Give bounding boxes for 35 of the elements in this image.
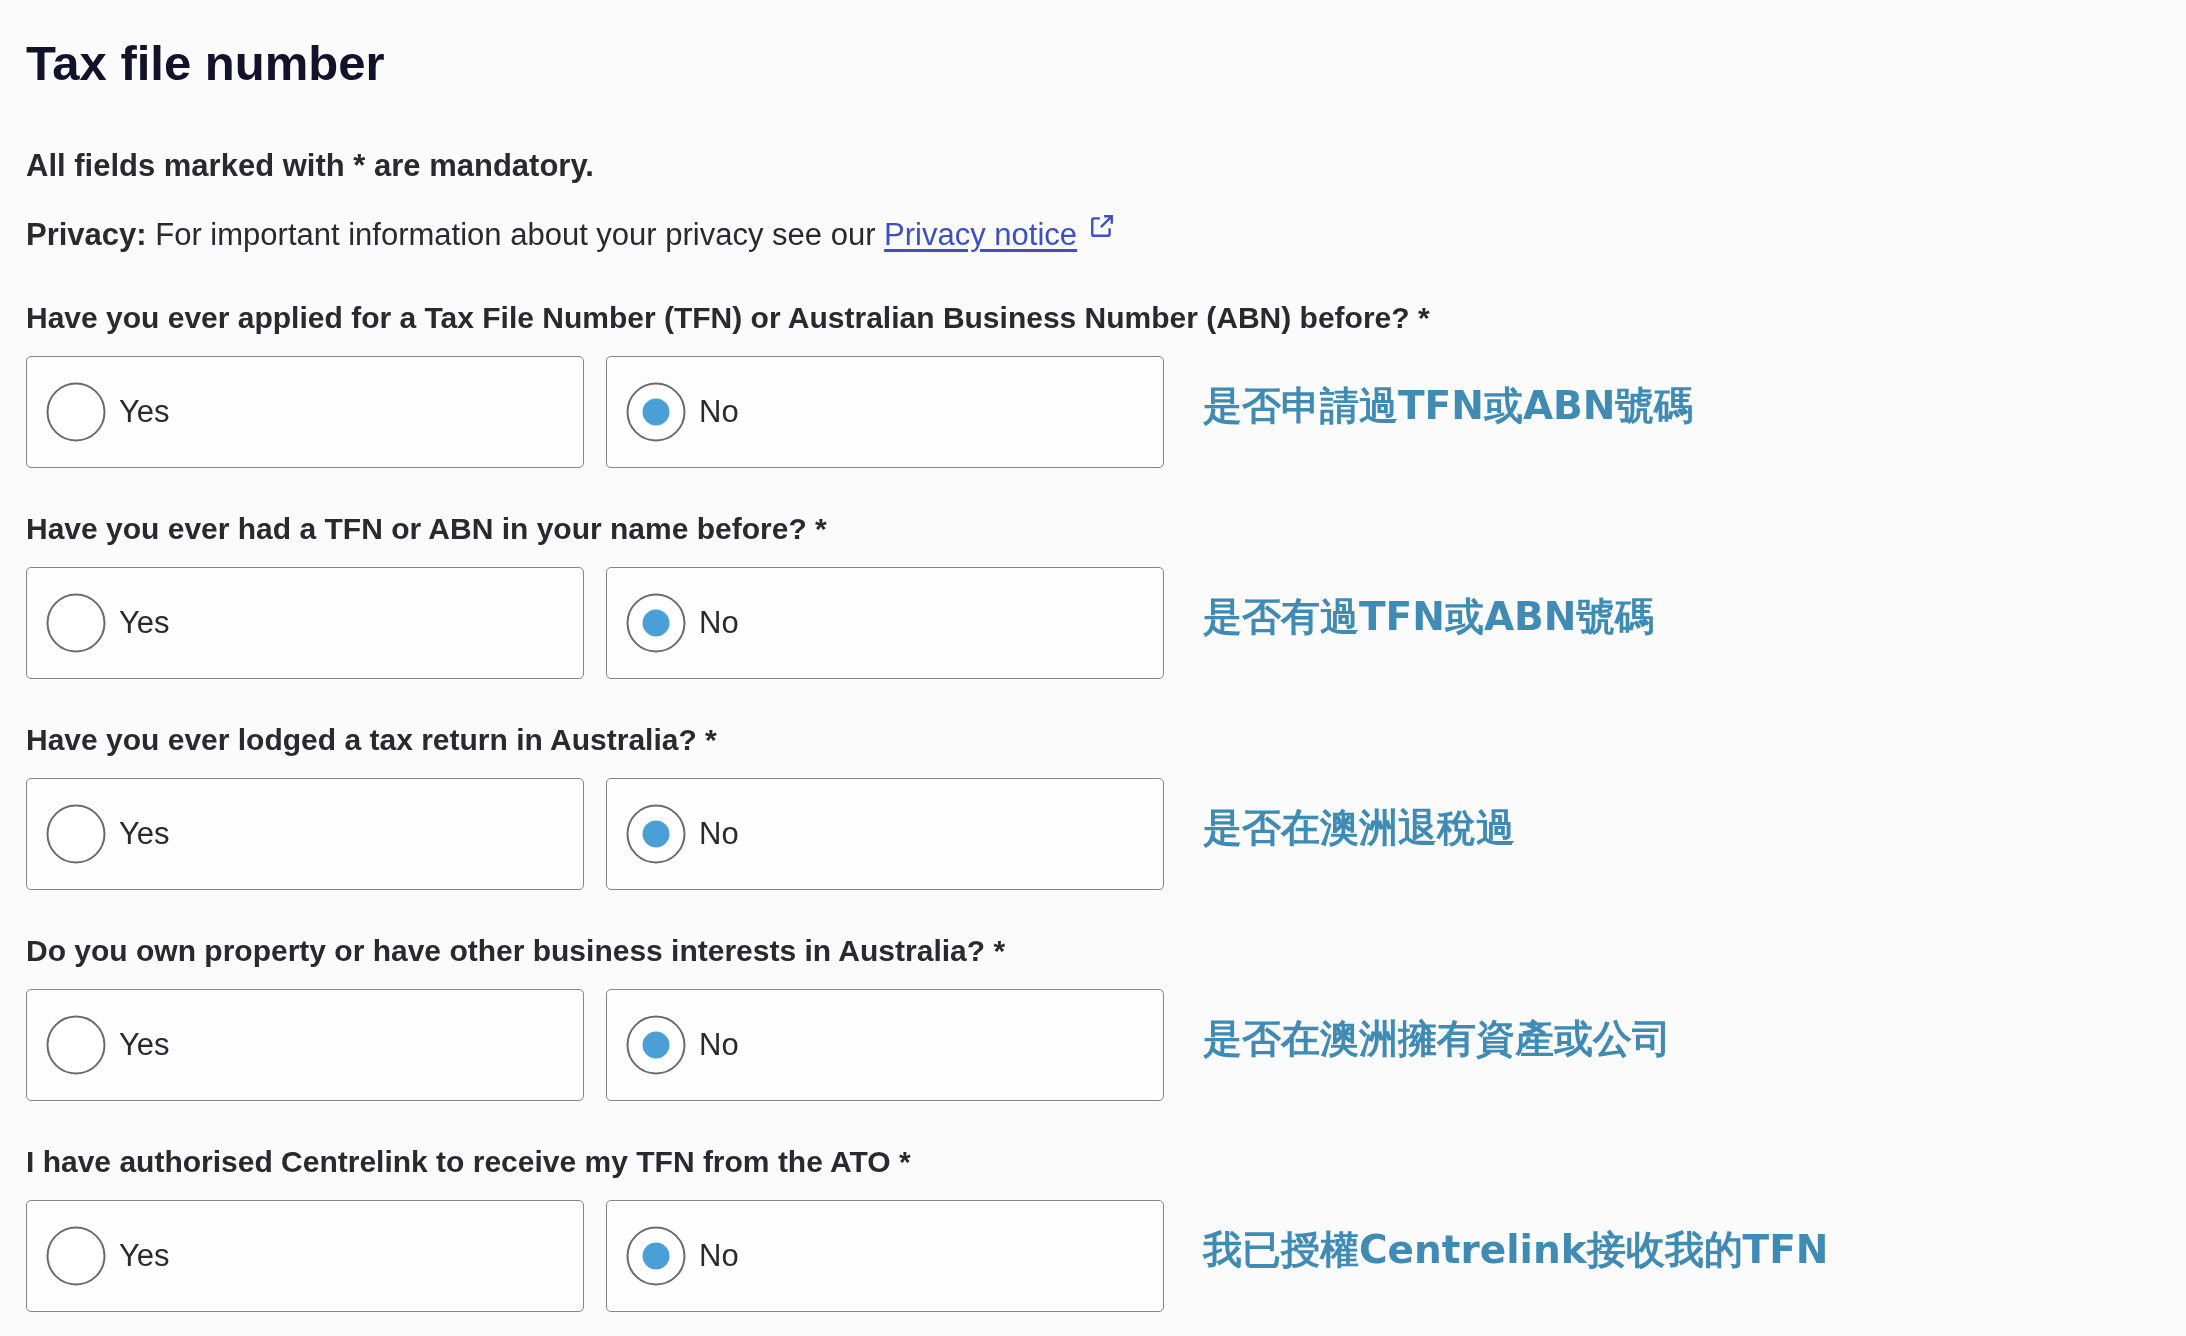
question-label: I have authorised Centrelink to receive my TFN from the ATO *: [26, 1144, 911, 1180]
radio-option[interactable]: No: [606, 778, 1164, 890]
radio-option[interactable]: No: [606, 356, 1164, 468]
radio-icon[interactable]: [46, 1226, 106, 1286]
radio-icon[interactable]: [46, 382, 106, 442]
radio-option[interactable]: Yes: [26, 989, 584, 1101]
radio-option[interactable]: No: [606, 567, 1164, 679]
radio-icon[interactable]: [626, 382, 686, 442]
question-label: Do you own property or have other business interests in Australia? *: [26, 933, 1006, 969]
annotation-text: 我已授權Centrelink接收我的TFN: [1203, 1226, 1829, 1274]
radio-option[interactable]: No: [606, 989, 1164, 1101]
privacy-text: Privacy: For important information about your privacy see our Privacy notice: [26, 213, 1116, 255]
radio-icon[interactable]: [46, 593, 106, 653]
radio-icon[interactable]: [626, 1226, 686, 1286]
radio-icon[interactable]: [626, 804, 686, 864]
privacy-notice-link[interactable]: Privacy notice: [884, 217, 1078, 252]
question-label: Have you ever applied for a Tax File Number (TFN) or Australian Business Number (ABN) before? *: [26, 300, 1430, 336]
question-label: Have you ever lodged a tax return in Australia? *: [26, 722, 717, 758]
mandatory-note: All fields marked with * are mandatory.: [26, 147, 594, 185]
question-label: Have you ever had a TFN or ABN in your name before? *: [26, 511, 827, 547]
radio-option[interactable]: No: [606, 1200, 1164, 1312]
annotation-text: 是否有過TFN或ABN號碼: [1203, 593, 1655, 641]
radio-option[interactable]: Yes: [26, 778, 584, 890]
annotation-text: 是否申請過TFN或ABN號碼: [1203, 382, 1694, 430]
radio-option[interactable]: Yes: [26, 1200, 584, 1312]
radio-icon[interactable]: [626, 593, 686, 653]
radio-option[interactable]: Yes: [26, 567, 584, 679]
annotation-text: 是否在澳洲擁有資產或公司: [1203, 1015, 1671, 1063]
radio-option[interactable]: Yes: [26, 356, 584, 468]
radio-icon[interactable]: [46, 1015, 106, 1075]
radio-icon[interactable]: [626, 1015, 686, 1075]
annotation-text: 是否在澳洲退稅過: [1203, 804, 1515, 852]
radio-icon[interactable]: [46, 804, 106, 864]
external-link-icon[interactable]: [1089, 213, 1116, 239]
page-title: Tax file number: [26, 35, 385, 92]
